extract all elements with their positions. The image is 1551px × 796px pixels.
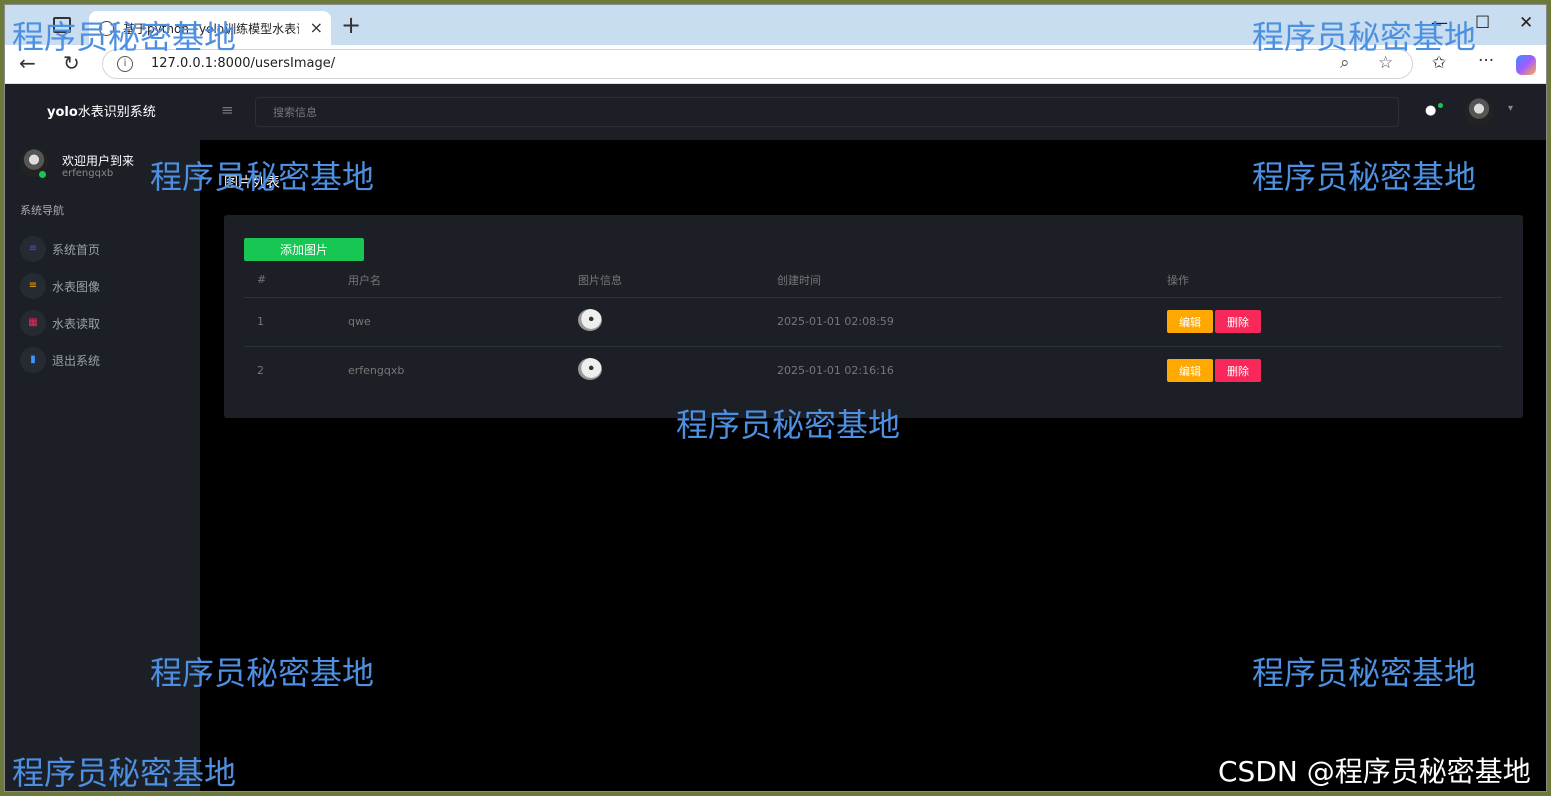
sidebar-item-label: 水表图像 — [52, 280, 101, 294]
column-header-actions: 操作 — [1154, 263, 1502, 298]
new-tab-button[interactable]: + — [341, 11, 361, 39]
app-header: yolo水表识别系统 ≡ ● ▾ — [5, 85, 1546, 140]
csdn-watermark: CSDN @程序员秘密基地 — [1218, 755, 1531, 788]
browser-window: 基于python+yolo训练模型水表识 × + — ☐ ✕ ← ↻ i 127… — [4, 4, 1547, 792]
notification-dot — [1438, 103, 1443, 108]
sidebar-item-label: 退出系统 — [52, 354, 101, 368]
sidebar-item-logout[interactable]: ▮ 退出系统 — [20, 347, 190, 373]
brand-bold: yolo — [47, 105, 78, 120]
info-icon[interactable]: i — [117, 56, 133, 72]
sidebar-item-meter-reading[interactable]: ▦ 水表读取 — [20, 310, 190, 336]
favorites-icon[interactable]: ✩ — [1432, 53, 1446, 73]
row-created: 2025-01-01 02:16:16 — [777, 364, 894, 378]
column-header-created: 创建时间 — [764, 263, 1154, 298]
reload-icon[interactable]: ↻ — [63, 51, 80, 75]
delete-button[interactable]: 删除 — [1215, 310, 1261, 333]
sidebar-item-home[interactable]: ≡ 系统首页 — [20, 236, 190, 262]
row-username: qwe — [335, 297, 565, 347]
row-index: 1 — [244, 297, 335, 347]
sidebar-item-label: 水表读取 — [52, 317, 101, 331]
copilot-icon[interactable] — [1516, 55, 1536, 75]
meter-thumbnail[interactable] — [578, 309, 602, 331]
welcome-text: 欢迎用户到来 — [62, 154, 135, 168]
maximize-button[interactable]: ☐ — [1475, 13, 1490, 33]
column-header-index: # — [244, 263, 335, 298]
row-username: erfengqxb — [348, 364, 405, 378]
tab-strip: 基于python+yolo训练模型水表识 × + — ☐ ✕ — [5, 5, 1546, 45]
sidebar-item-label: 系统首页 — [52, 243, 101, 257]
add-image-button[interactable]: 添加图片 — [244, 238, 364, 261]
app-brand[interactable]: yolo水表识别系统 — [47, 101, 156, 120]
address-bar[interactable]: i 127.0.0.1:8000/usersImage/ ⌕ ☆ — [102, 49, 1413, 79]
zoom-icon[interactable]: ⌕ — [1340, 53, 1350, 73]
sidebar-heading: 系统导航 — [20, 204, 64, 217]
online-status-dot — [39, 171, 46, 178]
table-header-row: # 用户名 图片信息 创建时间 操作 — [244, 263, 1502, 298]
url-text[interactable]: 127.0.0.1:8000/usersImage/ — [151, 56, 335, 71]
brand-rest: 水表识别系统 — [77, 105, 156, 120]
grid-icon: ▦ — [20, 310, 46, 336]
sidebar: 欢迎用户到来 erfengqxb 系统导航 ≡ 系统首页 ≡ 水表图像 ▦ 水表… — [5, 140, 200, 791]
globe-icon — [99, 21, 114, 36]
sidebar-item-meter-images[interactable]: ≡ 水表图像 — [20, 273, 190, 299]
column-header-image: 图片信息 — [565, 263, 764, 298]
row-index: 2 — [257, 364, 264, 378]
row-created: 2025-01-01 02:08:59 — [764, 297, 1154, 347]
table-row: 1 qwe 2025-01-01 02:08:59 编辑 删除 — [244, 297, 1502, 347]
workspaces-icon[interactable] — [53, 17, 71, 33]
close-window-button[interactable]: ✕ — [1519, 13, 1533, 33]
page-title: 图片列表 — [224, 175, 280, 191]
more-icon[interactable]: ··· — [1478, 51, 1494, 71]
row-image — [565, 346, 764, 395]
chart-icon: ▮ — [20, 347, 46, 373]
column-header-username: 用户名 — [335, 263, 565, 298]
menu-toggle-icon[interactable]: ≡ — [221, 101, 234, 119]
menu-icon: ≡ — [20, 273, 46, 299]
back-icon[interactable]: ← — [19, 51, 36, 75]
row-image — [565, 297, 764, 347]
favorite-star-icon[interactable]: ☆ — [1378, 53, 1393, 73]
search-input[interactable] — [255, 97, 1399, 127]
edit-button[interactable]: 编辑 — [1167, 359, 1213, 383]
row-actions: 编辑 删除 — [1154, 297, 1502, 347]
image-list-card: 添加图片 # 用户名 图片信息 创建时间 操作 1 qwe 2025-01-01… — [224, 215, 1523, 418]
row-actions: 编辑 删除 — [1154, 346, 1502, 395]
table-row: 2 erfengqxb 2025-01-01 02:16:16 编辑 删除 — [244, 346, 1502, 395]
image-table: # 用户名 图片信息 创建时间 操作 1 qwe 2025-01-01 02:0… — [244, 263, 1502, 395]
main-content: 图片列表 添加图片 # 用户名 图片信息 创建时间 操作 1 qwe 2025-… — [200, 140, 1546, 791]
close-tab-icon[interactable]: × — [310, 18, 323, 37]
avatar[interactable] — [1465, 98, 1493, 126]
delete-button[interactable]: 删除 — [1215, 359, 1261, 383]
notification-bell-icon[interactable]: ● — [1425, 103, 1436, 118]
sidebar-username: erfengqxb — [62, 168, 114, 179]
menu-icon: ≡ — [20, 236, 46, 262]
app-root: yolo水表识别系统 ≡ ● ▾ 欢迎用户到来 erfengqxb 系统导航 ≡… — [5, 85, 1546, 791]
edit-button[interactable]: 编辑 — [1167, 310, 1213, 333]
browser-tab[interactable]: 基于python+yolo训练模型水表识 × — [89, 11, 331, 45]
browser-toolbar: ← ↻ i 127.0.0.1:8000/usersImage/ ⌕ ☆ ✩ ·… — [5, 45, 1546, 84]
tab-title: 基于python+yolo训练模型水表识 — [123, 22, 299, 36]
minimize-button[interactable]: — — [1431, 13, 1448, 33]
meter-thumbnail[interactable] — [578, 358, 602, 381]
chevron-down-icon[interactable]: ▾ — [1508, 103, 1513, 114]
